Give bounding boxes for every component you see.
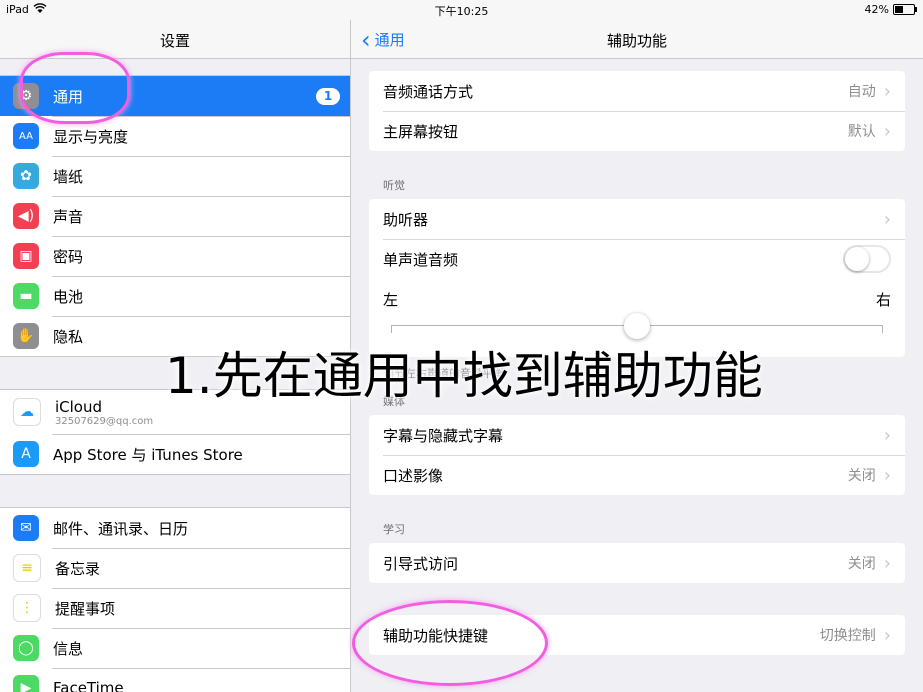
row-label: 字幕与隐藏式字幕 bbox=[383, 426, 504, 445]
sidebar-item[interactable]: ◯ 信息 bbox=[0, 628, 350, 668]
row-label: 音频通话方式 bbox=[383, 82, 474, 101]
sidebar-item-label: 密码 bbox=[53, 247, 84, 266]
sidebar-item[interactable]: ⋮ 提醒事项 bbox=[0, 588, 350, 628]
chevron-right-icon: › bbox=[883, 208, 891, 230]
settings-row[interactable]: 字幕与隐藏式字幕 › bbox=[369, 415, 905, 455]
row-label: 口述影像 bbox=[383, 466, 444, 485]
appstore-icon: A bbox=[13, 441, 39, 467]
chevron-right-icon: › bbox=[883, 120, 891, 142]
row-value: 自动 bbox=[847, 84, 876, 100]
speaker-icon: ◀) bbox=[13, 203, 39, 229]
status-bar: iPad 下午10:25 42% bbox=[0, 0, 923, 20]
settings-row[interactable]: 助听器 › bbox=[369, 199, 905, 239]
sidebar-title: 设置 bbox=[159, 32, 190, 50]
battery-percent: 42% bbox=[864, 3, 889, 16]
sidebar-item-label: App Store 与 iTunes Store bbox=[53, 445, 243, 464]
notes-icon: ≡ bbox=[13, 554, 41, 582]
row-value: 默认 bbox=[847, 124, 876, 140]
sidebar-item-label: iCloud bbox=[55, 397, 103, 416]
row-label: 助听器 bbox=[383, 210, 429, 229]
sidebar-item-label: 邮件、通讯录、日历 bbox=[53, 519, 189, 538]
instruction-overlay: 1.先在通用中找到辅助功能 bbox=[165, 347, 763, 405]
highlight-circle-general bbox=[20, 52, 130, 124]
settings-row[interactable]: 音频通话方式 自动 › bbox=[369, 71, 905, 111]
messages-icon: ◯ bbox=[13, 635, 39, 661]
wallpaper-icon: ✿ bbox=[13, 163, 39, 189]
sidebar-item-label: 备忘录 bbox=[55, 559, 101, 578]
chevron-right-icon: › bbox=[883, 80, 891, 102]
settings-row[interactable]: 主屏幕按钮 默认 › bbox=[369, 111, 905, 151]
media-group: 字幕与隐藏式字幕 › 口述影像 关闭 › bbox=[369, 415, 905, 495]
chevron-right-icon: › bbox=[883, 624, 891, 646]
sidebar-item[interactable]: ✉ 邮件、通讯录、日历 bbox=[0, 508, 350, 548]
row-value: 关闭 bbox=[847, 468, 876, 484]
sidebar-item-label: 信息 bbox=[53, 639, 84, 658]
chevron-right-icon: › bbox=[883, 552, 891, 574]
sidebar-item-sublabel: 32507629@qq.com bbox=[55, 415, 154, 427]
hand-icon: ✋ bbox=[13, 323, 39, 349]
sidebar-item-label: 墙纸 bbox=[53, 167, 84, 186]
sidebar-item[interactable]: ▶ FaceTime bbox=[0, 668, 350, 692]
row-value: 关闭 bbox=[847, 556, 876, 572]
balance-right-label: 右 bbox=[875, 291, 891, 309]
sidebar-item-label: 提醒事项 bbox=[55, 599, 116, 618]
cloud-icon: ☁ bbox=[13, 398, 41, 426]
facetime-icon: ▶ bbox=[13, 675, 39, 692]
page-title: 辅助功能 bbox=[606, 32, 667, 50]
notification-badge: 1 bbox=[316, 88, 340, 105]
sidebar-item-label: 隐私 bbox=[53, 327, 84, 346]
audio-group: 音频通话方式 自动 › 主屏幕按钮 默认 › bbox=[369, 71, 905, 151]
detail-navbar: ‹ 通用 辅助功能 bbox=[351, 20, 923, 59]
hearing-group: 助听器 › 单声道音频 左 右 bbox=[369, 199, 905, 357]
brightness-icon: AA bbox=[13, 123, 39, 149]
hearing-header: 听觉 bbox=[383, 179, 405, 192]
highlight-circle-shortcut bbox=[352, 600, 548, 686]
sidebar-item-label: 显示与亮度 bbox=[53, 127, 129, 146]
sidebar-item[interactable]: A App Store 与 iTunes Store bbox=[0, 434, 350, 474]
mono-audio-toggle[interactable] bbox=[843, 245, 891, 273]
sidebar-item-label: 电池 bbox=[53, 287, 84, 306]
sidebar-item[interactable]: ▣ 密码 bbox=[0, 236, 350, 276]
clock: 下午10:25 bbox=[434, 5, 489, 18]
sidebar-item[interactable]: ▬ 电池 bbox=[0, 276, 350, 316]
chevron-right-icon: › bbox=[883, 464, 891, 486]
settings-group-3: ✉ 邮件、通讯录、日历 ≡ 备忘录 ⋮ 提醒事项 ◯ 信息 ▶ FaceTime bbox=[0, 507, 350, 692]
reminders-icon: ⋮ bbox=[13, 594, 41, 622]
settings-row[interactable]: 单声道音频 bbox=[369, 239, 905, 279]
row-label: 单声道音频 bbox=[383, 250, 459, 269]
sidebar-item-label: 声音 bbox=[53, 207, 84, 226]
sidebar-item[interactable]: ◀) 声音 bbox=[0, 196, 350, 236]
balance-left-label: 左 bbox=[383, 291, 399, 309]
settings-row[interactable]: 口述影像 关闭 › bbox=[369, 455, 905, 495]
settings-row[interactable]: 引导式访问 关闭 › bbox=[369, 543, 905, 583]
chevron-right-icon: › bbox=[883, 424, 891, 446]
battery-fill bbox=[895, 6, 903, 13]
mail-icon: ✉ bbox=[13, 515, 39, 541]
sidebar-item-label: FaceTime bbox=[53, 679, 124, 692]
row-label: 引导式访问 bbox=[383, 554, 459, 573]
sidebar-item[interactable]: ≡ 备忘录 bbox=[0, 548, 350, 588]
battery-icon bbox=[893, 4, 917, 15]
row-value: 切换控制 bbox=[819, 628, 876, 644]
lock-icon: ▣ bbox=[13, 243, 39, 269]
learning-group: 引导式访问 关闭 › bbox=[369, 543, 905, 583]
learning-header: 学习 bbox=[383, 523, 405, 536]
row-label: 主屏幕按钮 bbox=[383, 122, 459, 141]
toggle-knob bbox=[845, 247, 869, 271]
battery-icon: ▬ bbox=[13, 283, 39, 309]
sidebar-item[interactable]: ✿ 墙纸 bbox=[0, 156, 350, 196]
